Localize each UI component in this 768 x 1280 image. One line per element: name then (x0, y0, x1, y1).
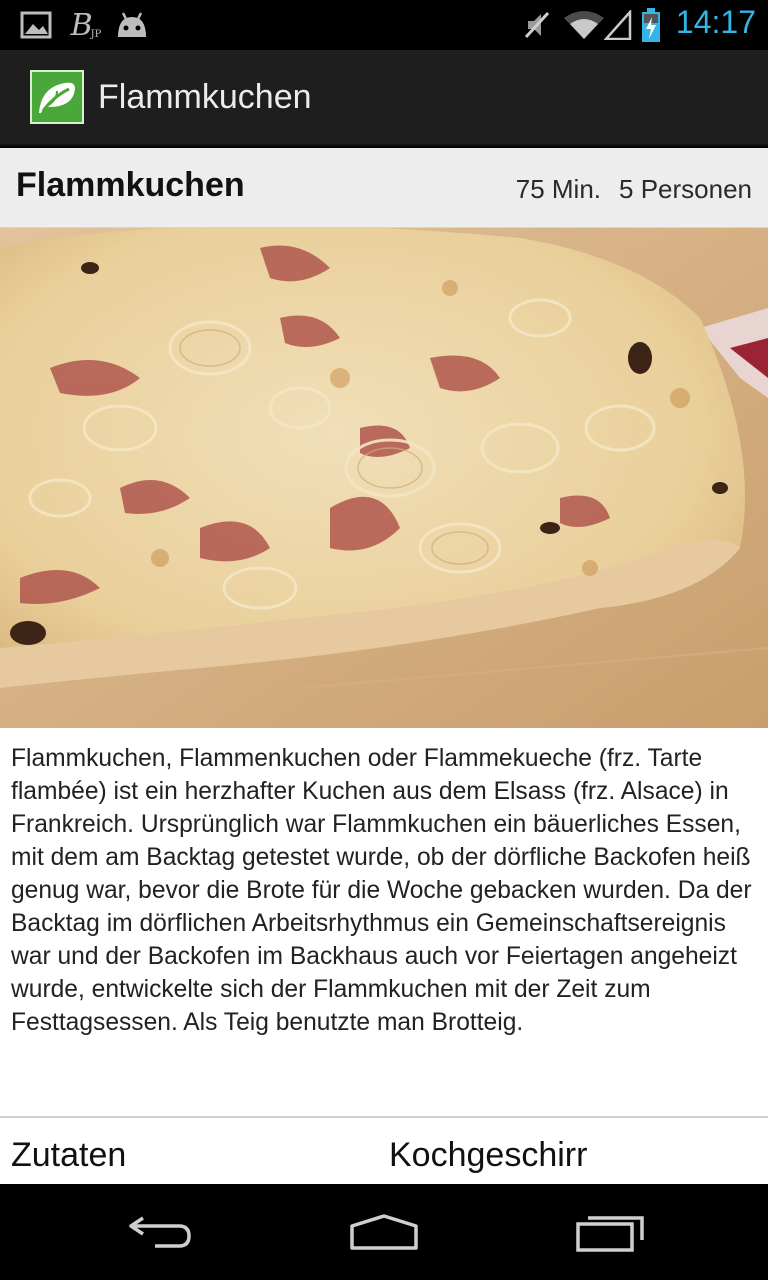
app-title: Flammkuchen (98, 78, 312, 116)
recipe-photo (0, 228, 768, 728)
clock-time: 14:17 (675, 4, 756, 40)
recipe-duration: 75 Min. (515, 174, 602, 204)
cookware-heading[interactable]: Kochgeschirr (389, 1136, 587, 1175)
battery-charging-icon (638, 8, 664, 42)
wifi-icon (562, 8, 606, 42)
android-icon (112, 8, 152, 42)
recipe-title: Flammkuchen (16, 166, 245, 204)
recent-apps-icon[interactable] (560, 1208, 660, 1256)
recipe-header: Flammkuchen 75 Min. 5 Personen (0, 148, 768, 228)
image-icon (18, 8, 54, 42)
recipe-description: Flammkuchen, Flammenkuchen oder Flammeku… (11, 745, 752, 1036)
home-icon[interactable] (334, 1208, 434, 1256)
section-divider (0, 1116, 768, 1118)
navigation-bar (0, 1184, 768, 1280)
recipe-servings: 5 Personen (619, 174, 752, 204)
status-bar: B JP 14:17 (0, 0, 768, 50)
back-icon[interactable] (110, 1208, 210, 1256)
recipe-detail[interactable]: Flammkuchen 75 Min. 5 Personen Flammkuch… (0, 148, 768, 1184)
recipe-meta: 75 Min. 5 Personen (516, 174, 752, 205)
ingredients-heading[interactable]: Zutaten (11, 1136, 126, 1175)
bitcoin-jp-icon: B JP (70, 7, 102, 43)
leaf-logo-icon[interactable] (30, 70, 84, 124)
mute-icon (520, 8, 554, 42)
signal-icon (602, 8, 634, 42)
action-bar: Flammkuchen (0, 50, 768, 146)
